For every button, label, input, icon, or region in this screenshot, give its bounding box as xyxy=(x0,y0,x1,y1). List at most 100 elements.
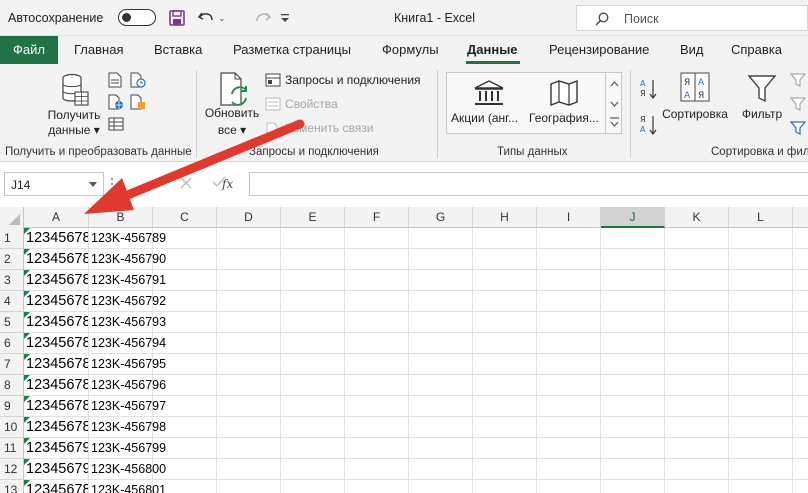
row-header[interactable]: 11 xyxy=(0,438,24,459)
cell-b[interactable]: 123K-456800 xyxy=(89,459,166,480)
cell[interactable] xyxy=(665,354,729,375)
cell[interactable] xyxy=(409,354,473,375)
cell[interactable] xyxy=(153,480,217,493)
cell[interactable] xyxy=(729,480,793,493)
tab-formulas[interactable]: Формулы xyxy=(382,36,439,64)
cell[interactable] xyxy=(537,333,601,354)
cell-b[interactable]: 123K-456792 xyxy=(89,291,166,312)
stocks-label[interactable]: Акции (анг... xyxy=(451,111,518,125)
cell[interactable] xyxy=(345,333,409,354)
cell[interactable] xyxy=(601,291,665,312)
cell[interactable] xyxy=(793,459,808,480)
cell[interactable] xyxy=(793,438,808,459)
cell[interactable] xyxy=(409,270,473,291)
cell[interactable] xyxy=(665,291,729,312)
cell[interactable] xyxy=(729,354,793,375)
tab-help[interactable]: Справка xyxy=(731,36,782,64)
cell[interactable] xyxy=(537,417,601,438)
cell[interactable] xyxy=(473,228,537,249)
properties-button[interactable]: Свойства xyxy=(265,97,338,111)
row-header[interactable]: 8 xyxy=(0,375,24,396)
sort-label[interactable]: Сортировка xyxy=(662,107,728,121)
refresh-all-label2[interactable]: все ▾ xyxy=(200,123,264,137)
cell[interactable] xyxy=(153,270,217,291)
column-header-f[interactable]: F xyxy=(345,207,409,228)
cell[interactable] xyxy=(729,291,793,312)
cell[interactable] xyxy=(409,333,473,354)
cell[interactable] xyxy=(537,438,601,459)
cell[interactable] xyxy=(217,480,281,493)
cell[interactable] xyxy=(729,228,793,249)
cell[interactable] xyxy=(153,312,217,333)
column-header-e[interactable]: E xyxy=(281,207,345,228)
cell[interactable] xyxy=(217,438,281,459)
cell[interactable] xyxy=(793,249,808,270)
cell[interactable] xyxy=(537,228,601,249)
row-header[interactable]: 7 xyxy=(0,354,24,375)
geography-label[interactable]: География... xyxy=(529,111,599,125)
cell[interactable] xyxy=(281,291,345,312)
cell[interactable] xyxy=(153,228,217,249)
cell[interactable] xyxy=(345,228,409,249)
cell[interactable] xyxy=(409,438,473,459)
cell[interactable] xyxy=(729,333,793,354)
filter-icon[interactable] xyxy=(747,74,777,107)
cell[interactable] xyxy=(217,312,281,333)
cell[interactable] xyxy=(281,417,345,438)
tab-file[interactable]: Файл xyxy=(0,36,58,64)
undo-dropdown-icon[interactable]: ⌄ xyxy=(218,9,226,27)
cell[interactable] xyxy=(793,312,808,333)
cell-b[interactable]: 123K-456793 xyxy=(89,312,166,333)
cell[interactable] xyxy=(281,375,345,396)
cell[interactable] xyxy=(793,291,808,312)
cell[interactable] xyxy=(665,375,729,396)
cell[interactable] xyxy=(665,480,729,493)
name-box-dropdown-icon[interactable] xyxy=(89,182,97,188)
refresh-all-label1[interactable]: Обновить xyxy=(200,106,264,120)
queries-connections-button[interactable]: Запросы и подключения xyxy=(265,73,421,87)
cell[interactable] xyxy=(665,459,729,480)
from-web-icon[interactable] xyxy=(108,94,124,113)
cell[interactable] xyxy=(153,417,217,438)
row-header[interactable]: 4 xyxy=(0,291,24,312)
cell-a[interactable]: 123456789 xyxy=(24,249,89,270)
get-data-label1[interactable]: Получить xyxy=(44,108,104,122)
column-header-k[interactable]: K xyxy=(665,207,729,228)
get-data-label2[interactable]: данные ▾ xyxy=(44,123,104,137)
column-header-h[interactable]: H xyxy=(473,207,537,228)
cell[interactable] xyxy=(793,396,808,417)
cell[interactable] xyxy=(217,354,281,375)
geography-icon[interactable] xyxy=(549,79,579,110)
cell[interactable] xyxy=(601,333,665,354)
row-header[interactable]: 5 xyxy=(0,312,24,333)
cell[interactable] xyxy=(345,312,409,333)
column-header-j[interactable]: J xyxy=(601,207,665,228)
cell[interactable] xyxy=(281,438,345,459)
cell-a[interactable]: 123456789 xyxy=(24,396,89,417)
cell[interactable] xyxy=(537,249,601,270)
cell[interactable] xyxy=(473,249,537,270)
select-all-corner[interactable] xyxy=(0,207,24,228)
cell-a[interactable]: 123456789 xyxy=(24,354,89,375)
cell[interactable] xyxy=(793,480,808,493)
cell[interactable] xyxy=(281,270,345,291)
cell[interactable] xyxy=(473,270,537,291)
cell[interactable] xyxy=(345,480,409,493)
cell[interactable] xyxy=(537,354,601,375)
from-table-icon[interactable] xyxy=(108,116,124,135)
cell[interactable] xyxy=(153,354,217,375)
column-header-b[interactable]: B xyxy=(89,207,153,228)
cell[interactable] xyxy=(473,333,537,354)
reapply-filter-icon[interactable] xyxy=(789,96,808,115)
cell[interactable] xyxy=(793,375,808,396)
cell-a[interactable]: 123456799 xyxy=(24,459,89,480)
cell[interactable] xyxy=(409,291,473,312)
cell[interactable] xyxy=(345,291,409,312)
cell[interactable] xyxy=(409,249,473,270)
cell[interactable] xyxy=(793,228,808,249)
cell[interactable] xyxy=(729,438,793,459)
cell[interactable] xyxy=(281,333,345,354)
cell[interactable] xyxy=(601,417,665,438)
cell[interactable] xyxy=(665,228,729,249)
cell-b[interactable]: 123K-456789 xyxy=(89,228,166,249)
